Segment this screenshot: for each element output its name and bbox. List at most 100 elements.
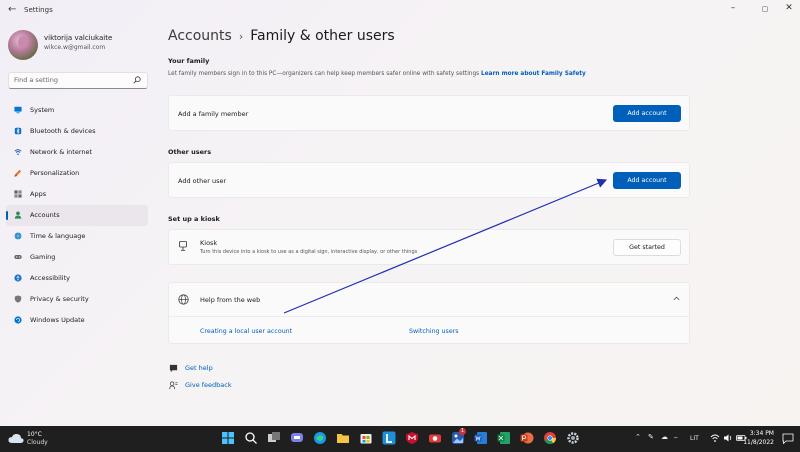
store-icon[interactable]: [359, 431, 373, 445]
sidebar-item-windows-update[interactable]: Windows Update: [6, 310, 148, 331]
wifi-tray-icon[interactable]: [710, 433, 720, 443]
edge-browser-icon[interactable]: [313, 431, 327, 445]
get-started-button[interactable]: Get started: [613, 239, 681, 256]
sidebar-item-network[interactable]: Network & internet: [6, 142, 148, 163]
add-other-account-button[interactable]: Add account: [613, 172, 681, 189]
globe-clock-icon: [14, 232, 22, 240]
cloudy-weather-icon[interactable]: [8, 432, 24, 444]
give-feedback-link[interactable]: Give feedback: [185, 381, 232, 389]
sidebar-item-accounts[interactable]: Accounts: [6, 205, 148, 226]
language-indicator[interactable]: LIT: [690, 435, 699, 442]
kiosk-description: Turn this device into a kiosk to use as …: [200, 249, 418, 255]
excel-icon[interactable]: [497, 431, 511, 445]
sidebar-item-bluetooth[interactable]: Bluetooth & devices: [6, 121, 148, 142]
update-icon: [14, 316, 22, 324]
teams-chat-icon[interactable]: [290, 431, 304, 445]
sidebar-item-label: Windows Update: [30, 316, 85, 324]
settings-window: ← Settings – ▢ ✕ viktorija valciukaite w…: [0, 0, 800, 426]
sidebar-item-system[interactable]: System: [6, 100, 148, 121]
sidebar-item-label: Accessibility: [30, 274, 70, 282]
task-view-icon[interactable]: [267, 431, 281, 445]
back-arrow-icon[interactable]: ←: [8, 4, 16, 15]
pen-icon[interactable]: ✎: [648, 433, 654, 441]
clock-time[interactable]: 3:34 PM: [750, 430, 774, 437]
user-avatar[interactable]: [8, 30, 38, 60]
chrome-icon[interactable]: [543, 431, 557, 445]
shield-icon: [14, 295, 22, 303]
sidebar-item-label: Gaming: [30, 253, 56, 261]
minimize-button[interactable]: –: [722, 3, 744, 13]
sidebar-item-privacy-security[interactable]: Privacy & security: [6, 289, 148, 310]
search-icon[interactable]: [133, 76, 141, 84]
help-title: Help from the web: [200, 296, 261, 304]
family-description: Let family members sign in to this PC—or…: [168, 71, 586, 77]
help-link-switching-users[interactable]: Switching users: [409, 328, 459, 335]
sidebar-item-label: Time & language: [30, 232, 86, 240]
globe-icon: [178, 294, 189, 305]
brush-icon: [14, 169, 22, 177]
monitor-icon: [14, 106, 22, 114]
bluetooth-icon: [14, 127, 22, 135]
sidebar-item-label: Accounts: [30, 211, 60, 219]
powerpoint-icon[interactable]: [520, 431, 534, 445]
sidebar-item-accessibility[interactable]: Accessibility: [6, 268, 148, 289]
feedback-icon: [169, 381, 178, 390]
sidebar-item-apps[interactable]: Apps: [6, 184, 148, 205]
user-name: viktorija valciukaite: [44, 34, 113, 42]
search-input[interactable]: [14, 76, 129, 84]
title-bar: ← Settings – ▢ ✕: [0, 0, 800, 22]
kiosk-card: Kiosk Turn this device into a kiosk to u…: [168, 229, 690, 265]
notification-badge: 1: [459, 428, 466, 435]
search-taskbar-icon[interactable]: [244, 431, 258, 445]
file-explorer-icon[interactable]: [336, 431, 350, 445]
sidebar-item-label: Personalization: [30, 169, 80, 177]
kiosk-title: Kiosk: [200, 239, 218, 247]
add-other-user-label: Add other user: [178, 177, 227, 185]
breadcrumb: Accounts › Family & other users: [168, 28, 395, 44]
volume-icon[interactable]: [723, 433, 733, 443]
sidebar-item-label: Apps: [30, 190, 47, 198]
sidebar-item-personalization[interactable]: Personalization: [6, 163, 148, 184]
wifi-icon: [14, 149, 22, 156]
word-icon[interactable]: [474, 431, 488, 445]
add-family-member-label: Add a family member: [178, 110, 249, 118]
settings-gear-icon[interactable]: [566, 431, 580, 445]
chevron-up-icon[interactable]: [672, 294, 681, 303]
get-help-link[interactable]: Get help: [185, 364, 213, 372]
help-header[interactable]: Help from the web: [169, 283, 689, 317]
mcafee-icon[interactable]: [405, 431, 419, 445]
l-app-icon[interactable]: [382, 431, 396, 445]
section-heading-kiosk: Set up a kiosk: [168, 215, 220, 223]
sidebar-item-label: Network & internet: [30, 148, 93, 156]
add-family-account-button[interactable]: Add account: [613, 105, 681, 122]
breadcrumb-parent[interactable]: Accounts: [168, 28, 232, 44]
section-heading-other-users: Other users: [168, 148, 212, 156]
kiosk-icon: [179, 241, 187, 251]
search-box[interactable]: [8, 72, 148, 89]
family-description-text: Let family members sign in to this PC—or…: [168, 71, 480, 77]
start-windows-icon[interactable]: [221, 431, 235, 445]
get-help-icon: [169, 364, 178, 373]
sidebar-nav: System Bluetooth & devices Network & int…: [6, 100, 148, 331]
cloud-sync-icon[interactable]: ☁: [661, 433, 668, 441]
learn-more-family-safety-link[interactable]: Learn more about Family Safety: [481, 71, 586, 77]
sidebar-item-gaming[interactable]: Gaming: [6, 247, 148, 268]
notifications-icon[interactable]: [782, 433, 794, 444]
camera-app-icon[interactable]: [428, 431, 442, 445]
maximize-button[interactable]: ▢: [754, 5, 776, 13]
add-other-user-card: Add other user Add account: [168, 162, 690, 198]
help-link-local-account[interactable]: Creating a local user account: [200, 328, 292, 335]
person-icon: [14, 211, 22, 219]
weather-temperature[interactable]: 10°C: [27, 431, 42, 438]
close-button[interactable]: ✕: [778, 3, 800, 13]
chevron-up-tray-icon[interactable]: ⌃: [635, 433, 641, 441]
weather-description[interactable]: Cloudy: [27, 439, 48, 446]
apps-icon: [14, 190, 22, 198]
usb-icon[interactable]: ⎯: [674, 433, 678, 442]
breadcrumb-separator: ›: [238, 30, 244, 43]
window-title: Settings: [24, 6, 53, 14]
clock-date[interactable]: 11/8/2022: [743, 439, 774, 446]
section-heading-your-family: Your family: [168, 57, 210, 65]
add-family-member-card: Add a family member Add account: [168, 95, 690, 131]
sidebar-item-time-language[interactable]: Time & language: [6, 226, 148, 247]
